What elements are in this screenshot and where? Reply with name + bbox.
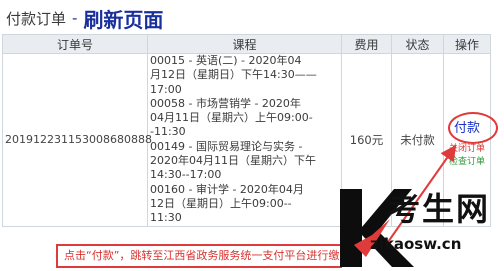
watermark-logo: 考生网 zikaosw.cn bbox=[332, 185, 504, 271]
col-header-order-id: 订单号 bbox=[2, 34, 148, 54]
col-header-action: 操作 bbox=[443, 34, 491, 54]
instruction-callout: 点击“付款”，跳转至江西省政务服务统一支付平台进行缴费 bbox=[56, 244, 342, 268]
course-line: 月12日（星期日）下午14:30—— bbox=[150, 68, 317, 82]
pay-highlight: 付款 bbox=[447, 111, 498, 144]
course-line: 00149 - 国际贸易理论与实务 - bbox=[150, 139, 303, 153]
page-header: 付款订单 - 刷新页面 bbox=[6, 4, 163, 33]
course-line: 17:00 bbox=[150, 82, 182, 96]
pay-button[interactable]: 付款 bbox=[454, 121, 480, 136]
course-line: 00058 - 市场营销学 - 2020年 bbox=[150, 96, 301, 110]
course-line: 14:30--17:00 bbox=[150, 168, 222, 182]
col-header-status: 状态 bbox=[391, 34, 444, 54]
order-id-cell: 201912231153008680888 bbox=[2, 53, 152, 227]
col-header-course: 课程 bbox=[147, 34, 342, 54]
course-line: 12日（星期日）上午09:00-- bbox=[150, 196, 292, 210]
check-order-link[interactable]: 检查订单 bbox=[446, 154, 488, 167]
watermark-brand: 考生网 bbox=[388, 190, 491, 228]
col-header-fee: 费用 bbox=[341, 34, 392, 54]
watermark-url: zikaosw.cn bbox=[370, 235, 462, 253]
course-line: 2020年04月11日（星期六）下午 bbox=[150, 154, 316, 168]
refresh-page-link[interactable]: 刷新页面 bbox=[83, 4, 163, 33]
section-title: 付款订单 bbox=[6, 9, 67, 28]
course-line: 00160 - 审计学 - 2020年04月 bbox=[150, 182, 304, 196]
course-line: 00015 - 英语(二) - 2020年04 bbox=[150, 54, 302, 67]
title-separator: - bbox=[72, 9, 78, 27]
course-line: 11:30 bbox=[150, 211, 182, 225]
course-line: 04月11日（星期六）上午09:00- bbox=[150, 111, 313, 125]
table-header-row: 订单号 课程 费用 状态 操作 bbox=[2, 34, 491, 54]
course-cell: 00015 - 英语(二) - 2020年04 月12日（星期日）下午14:30… bbox=[147, 53, 342, 227]
course-line: -11:30 bbox=[150, 125, 186, 139]
